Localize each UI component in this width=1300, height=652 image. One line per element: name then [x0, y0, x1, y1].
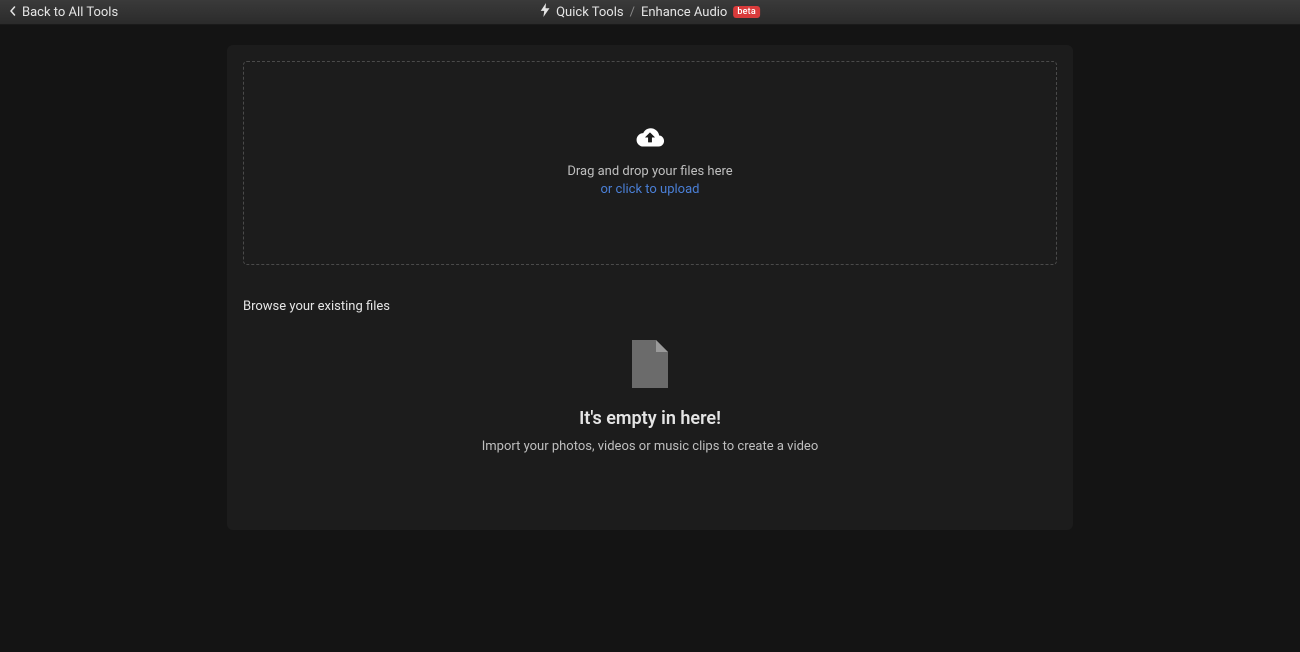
breadcrumb-separator: /: [630, 5, 635, 20]
cloud-upload-icon: [635, 127, 665, 163]
back-label: Back to All Tools: [22, 5, 118, 20]
main-card: Drag and drop your files here or click t…: [227, 45, 1073, 530]
empty-subtitle: Import your photos, videos or music clip…: [243, 439, 1057, 454]
click-to-upload-link[interactable]: or click to upload: [567, 181, 732, 199]
breadcrumb-root[interactable]: Quick Tools: [556, 5, 623, 20]
empty-title: It's empty in here!: [243, 408, 1057, 429]
file-dropzone[interactable]: Drag and drop your files here or click t…: [243, 61, 1057, 265]
empty-state: It's empty in here! Import your photos, …: [243, 340, 1057, 454]
file-icon: [243, 340, 1057, 392]
browse-existing-label: Browse your existing files: [243, 299, 1057, 314]
back-to-all-tools-link[interactable]: Back to All Tools: [8, 5, 118, 20]
dropzone-line1: Drag and drop your files here: [567, 163, 732, 181]
chevron-left-icon: [8, 5, 18, 20]
dropzone-text: Drag and drop your files here or click t…: [567, 163, 732, 199]
header-bar: Back to All Tools Quick Tools / Enhance …: [0, 0, 1300, 25]
breadcrumb: Quick Tools / Enhance Audio beta: [540, 3, 760, 21]
breadcrumb-current: Enhance Audio: [641, 5, 727, 20]
beta-badge: beta: [733, 6, 760, 18]
bolt-icon: [540, 3, 550, 21]
